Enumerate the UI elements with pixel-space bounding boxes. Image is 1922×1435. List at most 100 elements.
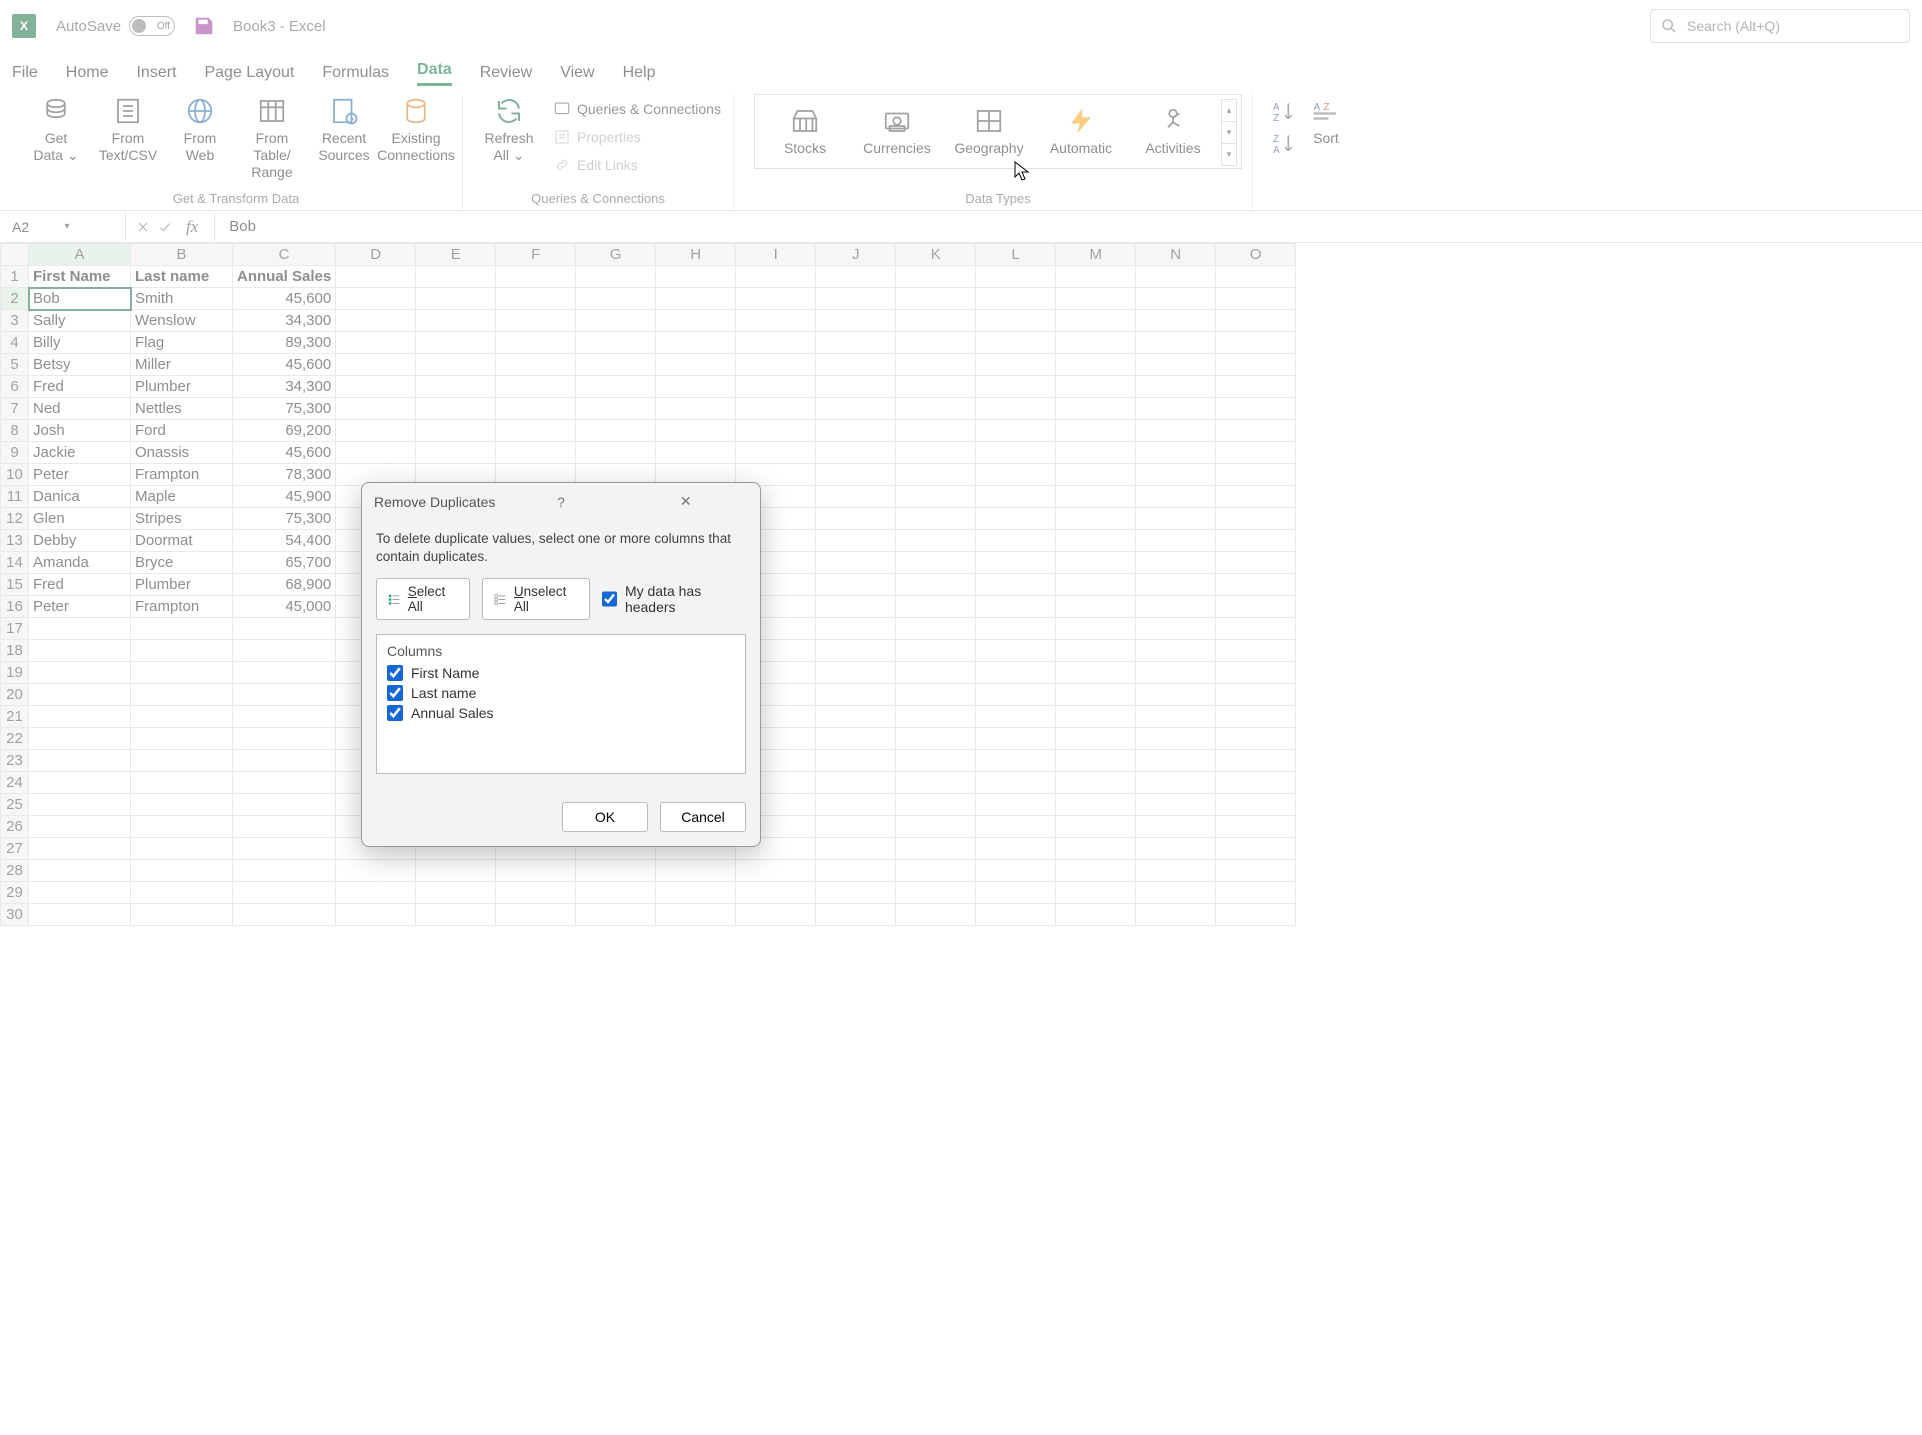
- cell-E5[interactable]: [416, 354, 496, 376]
- cell-L10[interactable]: [976, 464, 1056, 486]
- cell-H2[interactable]: [656, 288, 736, 310]
- cell-N2[interactable]: [1136, 288, 1216, 310]
- cell-N24[interactable]: [1136, 772, 1216, 794]
- col-header-C[interactable]: C: [233, 244, 336, 266]
- cell-E4[interactable]: [416, 332, 496, 354]
- cell-C3[interactable]: 34,300: [233, 310, 336, 332]
- cell-L16[interactable]: [976, 596, 1056, 618]
- cancel-button[interactable]: Cancel: [660, 802, 746, 832]
- cell-N23[interactable]: [1136, 750, 1216, 772]
- cell-L14[interactable]: [976, 552, 1056, 574]
- cell-K5[interactable]: [896, 354, 976, 376]
- data-type-automatic[interactable]: Automatic: [1035, 104, 1127, 159]
- col-header-B[interactable]: B: [131, 244, 233, 266]
- cell-G6[interactable]: [576, 376, 656, 398]
- row-header-14[interactable]: 14: [1, 552, 29, 574]
- cell-B28[interactable]: [131, 860, 233, 882]
- get-data-btn-4[interactable]: Recent Sources: [308, 94, 380, 166]
- cell-M5[interactable]: [1056, 354, 1136, 376]
- col-header-H[interactable]: H: [656, 244, 736, 266]
- tab-insert[interactable]: Insert: [136, 60, 176, 86]
- cell-I8[interactable]: [736, 420, 816, 442]
- column-checkbox-0[interactable]: First Name: [387, 665, 735, 681]
- cell-D7[interactable]: [336, 398, 416, 420]
- cell-M27[interactable]: [1056, 838, 1136, 860]
- cell-J24[interactable]: [816, 772, 896, 794]
- cell-J15[interactable]: [816, 574, 896, 596]
- col-header-E[interactable]: E: [416, 244, 496, 266]
- row-header-24[interactable]: 24: [1, 772, 29, 794]
- cell-J10[interactable]: [816, 464, 896, 486]
- cell-B10[interactable]: Frampton: [131, 464, 233, 486]
- cell-C15[interactable]: 68,900: [233, 574, 336, 596]
- cell-N10[interactable]: [1136, 464, 1216, 486]
- row-header-9[interactable]: 9: [1, 442, 29, 464]
- cell-A17[interactable]: [29, 618, 131, 640]
- cell-I2[interactable]: [736, 288, 816, 310]
- cell-M11[interactable]: [1056, 486, 1136, 508]
- fx-icon[interactable]: fx: [180, 217, 204, 237]
- cell-J12[interactable]: [816, 508, 896, 530]
- cell-A15[interactable]: Fred: [29, 574, 131, 596]
- cell-K24[interactable]: [896, 772, 976, 794]
- cell-O27[interactable]: [1216, 838, 1296, 860]
- cell-E9[interactable]: [416, 442, 496, 464]
- get-data-btn-3[interactable]: From Table/ Range: [236, 94, 308, 182]
- cell-M19[interactable]: [1056, 662, 1136, 684]
- tab-data[interactable]: Data: [417, 57, 452, 86]
- cell-K25[interactable]: [896, 794, 976, 816]
- cell-K16[interactable]: [896, 596, 976, 618]
- cell-K6[interactable]: [896, 376, 976, 398]
- cell-J5[interactable]: [816, 354, 896, 376]
- cell-B25[interactable]: [131, 794, 233, 816]
- cell-I28[interactable]: [736, 860, 816, 882]
- row-header-12[interactable]: 12: [1, 508, 29, 530]
- gallery-scroll[interactable]: ▴▾▾: [1221, 99, 1237, 165]
- cell-E28[interactable]: [416, 860, 496, 882]
- cell-L12[interactable]: [976, 508, 1056, 530]
- cell-O1[interactable]: [1216, 266, 1296, 288]
- cell-D1[interactable]: [336, 266, 416, 288]
- cell-M13[interactable]: [1056, 530, 1136, 552]
- cell-E1[interactable]: [416, 266, 496, 288]
- sort-button[interactable]: AZ Sort: [1301, 94, 1351, 149]
- row-header-16[interactable]: 16: [1, 596, 29, 618]
- unselect-all-button[interactable]: Unselect All: [482, 578, 590, 620]
- cell-J7[interactable]: [816, 398, 896, 420]
- cell-M1[interactable]: [1056, 266, 1136, 288]
- get-data-btn-5[interactable]: Existing Connections: [380, 94, 452, 166]
- cell-B23[interactable]: [131, 750, 233, 772]
- tab-file[interactable]: File: [12, 60, 38, 86]
- cell-L19[interactable]: [976, 662, 1056, 684]
- help-icon[interactable]: ?: [499, 494, 624, 510]
- row-header-6[interactable]: 6: [1, 376, 29, 398]
- cell-F4[interactable]: [496, 332, 576, 354]
- cell-J8[interactable]: [816, 420, 896, 442]
- cell-O20[interactable]: [1216, 684, 1296, 706]
- data-type-activities[interactable]: Activities: [1127, 104, 1219, 159]
- cell-A13[interactable]: Debby: [29, 530, 131, 552]
- cell-C23[interactable]: [233, 750, 336, 772]
- cell-L23[interactable]: [976, 750, 1056, 772]
- cell-M2[interactable]: [1056, 288, 1136, 310]
- cell-F6[interactable]: [496, 376, 576, 398]
- cell-J27[interactable]: [816, 838, 896, 860]
- cell-J20[interactable]: [816, 684, 896, 706]
- cell-N22[interactable]: [1136, 728, 1216, 750]
- row-header-11[interactable]: 11: [1, 486, 29, 508]
- cell-N25[interactable]: [1136, 794, 1216, 816]
- cell-A10[interactable]: Peter: [29, 464, 131, 486]
- cell-L26[interactable]: [976, 816, 1056, 838]
- cell-N1[interactable]: [1136, 266, 1216, 288]
- cell-F28[interactable]: [496, 860, 576, 882]
- cell-H3[interactable]: [656, 310, 736, 332]
- cell-O30[interactable]: [1216, 904, 1296, 926]
- cell-F5[interactable]: [496, 354, 576, 376]
- cell-C9[interactable]: 45,600: [233, 442, 336, 464]
- cell-N8[interactable]: [1136, 420, 1216, 442]
- cell-L5[interactable]: [976, 354, 1056, 376]
- cell-H30[interactable]: [656, 904, 736, 926]
- cell-J25[interactable]: [816, 794, 896, 816]
- cell-O10[interactable]: [1216, 464, 1296, 486]
- cell-M6[interactable]: [1056, 376, 1136, 398]
